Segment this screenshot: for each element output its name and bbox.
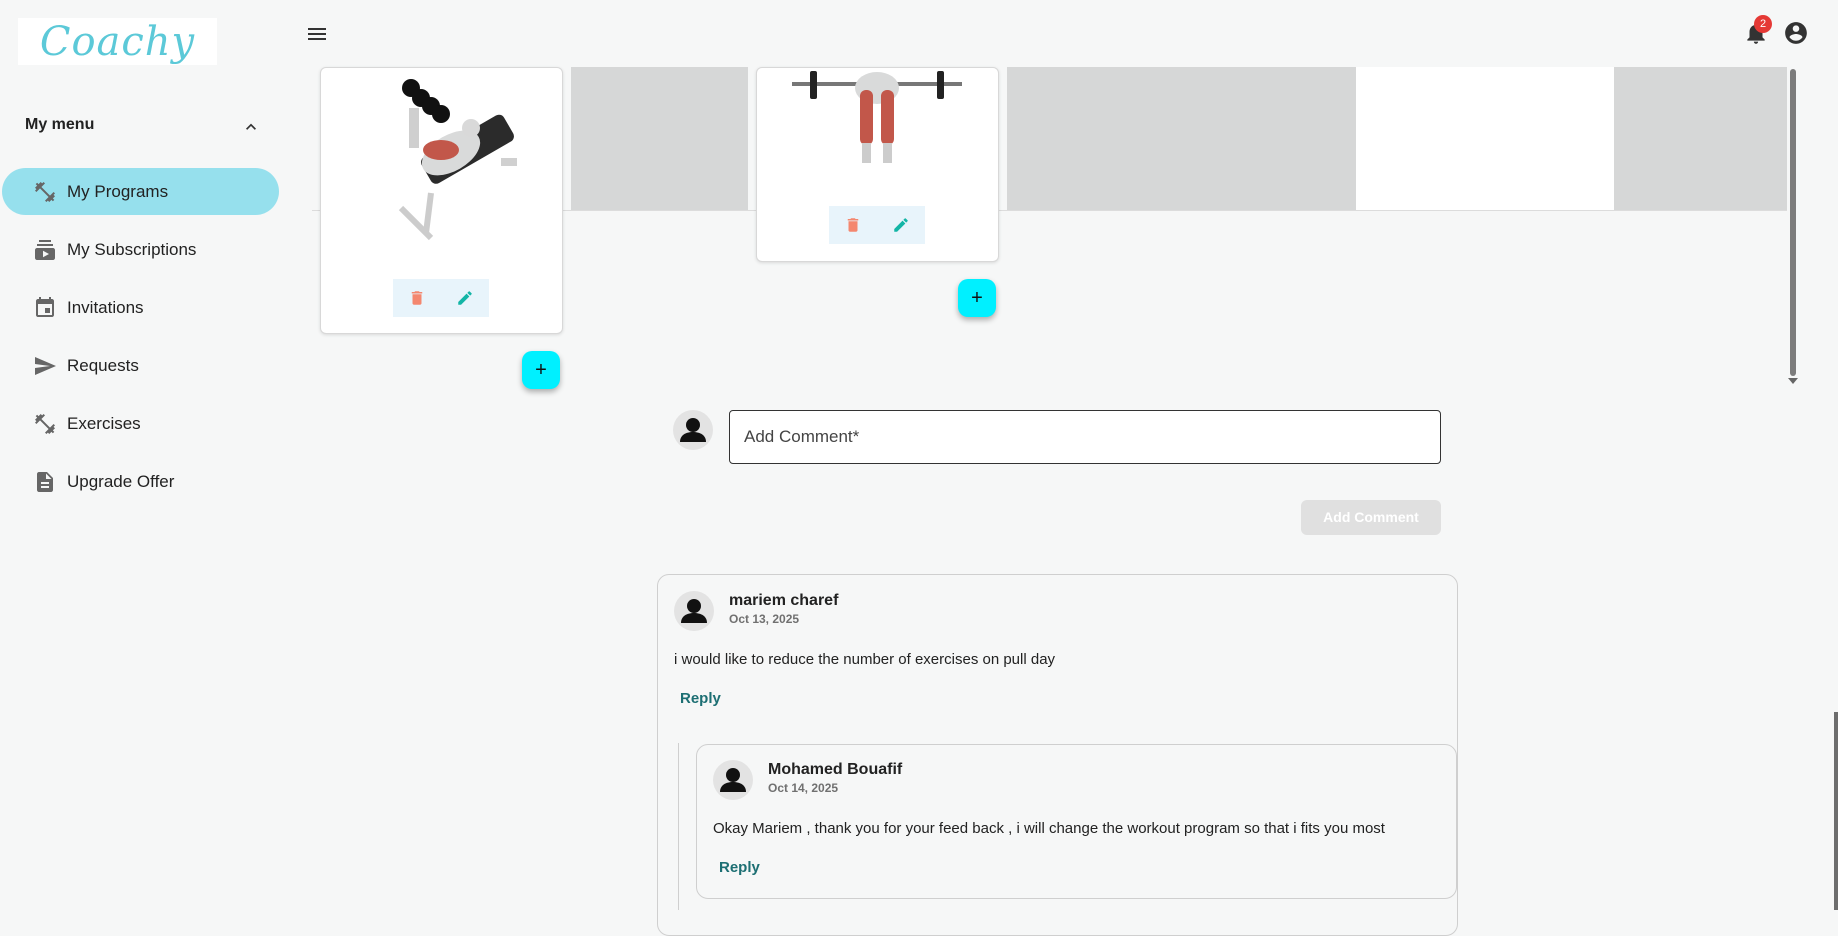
chevron-up-icon[interactable] (241, 117, 261, 137)
comment-input[interactable]: Add Comment* (729, 410, 1441, 464)
add-exercise-button[interactable]: + (958, 279, 996, 317)
comment-text: i would like to reduce the number of exe… (674, 651, 1056, 668)
coachy-logo[interactable]: Coachy (18, 18, 217, 65)
exercise-slot (1356, 67, 1614, 210)
exercise-image (792, 71, 962, 163)
card-actions (393, 279, 489, 317)
sidebar-item-label: Upgrade Offer (67, 471, 175, 491)
exercise-card[interactable] (756, 67, 999, 262)
comment-author: Mohamed Bouafif (768, 761, 903, 778)
edit-icon[interactable] (456, 289, 474, 307)
dumbbell-icon (35, 413, 55, 434)
menu-title: My menu (25, 116, 95, 133)
person-icon (680, 418, 706, 442)
thread-line (678, 743, 679, 910)
scrollbar-thumb[interactable] (1790, 69, 1796, 376)
delete-icon[interactable] (408, 289, 426, 307)
reply-button[interactable]: Reply (680, 690, 721, 707)
comment-text: Okay Mariem , thank you for your feed ba… (713, 820, 1385, 837)
comment-date: Oct 14, 2025 (768, 781, 839, 795)
sidebar-item-label: Invitations (67, 297, 144, 317)
exercise-slot (1007, 67, 1189, 210)
logo-text: Coachy (39, 18, 196, 65)
sidebar-item-requests[interactable]: Requests (2, 342, 279, 389)
comment-date: Oct 13, 2025 (729, 612, 800, 626)
sidebar-item-exercises[interactable]: Exercises (2, 400, 279, 447)
subscriptions-icon (35, 239, 55, 260)
delete-icon[interactable] (844, 216, 862, 234)
account-circle-icon[interactable] (1783, 20, 1809, 46)
avatar (674, 591, 714, 631)
exercise-slot (1614, 67, 1787, 210)
page-scrollbar-thumb[interactable] (1834, 712, 1838, 910)
sidebar: My menu My Programs My Subscriptions Inv… (0, 67, 290, 910)
sidebar-item-invitations[interactable]: Invitations (2, 284, 279, 331)
menu-icon[interactable] (305, 22, 329, 46)
edit-icon[interactable] (892, 216, 910, 234)
scroll-down-arrow-icon[interactable] (1788, 378, 1798, 384)
person-icon (720, 768, 746, 792)
sidebar-item-label: My Subscriptions (67, 239, 197, 259)
sidebar-item-upgrade-offer[interactable]: Upgrade Offer (2, 458, 279, 505)
calendar-icon (36, 296, 54, 317)
top-app-bar: Coachy 2 (0, 0, 1838, 67)
add-exercise-button[interactable]: + (522, 351, 560, 389)
comment-author: mariem charef (729, 592, 839, 609)
person-icon (681, 599, 707, 623)
exercise-slot (571, 67, 748, 210)
exercise-slot (1189, 67, 1356, 210)
send-icon (35, 356, 56, 375)
dumbbell-icon (35, 181, 55, 202)
avatar (713, 760, 753, 800)
sidebar-item-my-subscriptions[interactable]: My Subscriptions (2, 226, 279, 273)
exercise-image (398, 79, 517, 241)
card-actions (829, 206, 925, 244)
sidebar-item-label: Exercises (67, 413, 141, 433)
avatar (673, 410, 713, 450)
add-comment-button[interactable]: Add Comment (1301, 500, 1441, 535)
sidebar-item-label: My Programs (67, 181, 169, 201)
notification-badge: 2 (1754, 15, 1772, 33)
sidebar-item-label: Requests (67, 355, 139, 375)
sidebar-item-my-programs[interactable]: My Programs (2, 168, 279, 215)
document-icon (37, 471, 53, 492)
exercise-card[interactable] (320, 67, 563, 334)
reply-button[interactable]: Reply (719, 859, 760, 876)
